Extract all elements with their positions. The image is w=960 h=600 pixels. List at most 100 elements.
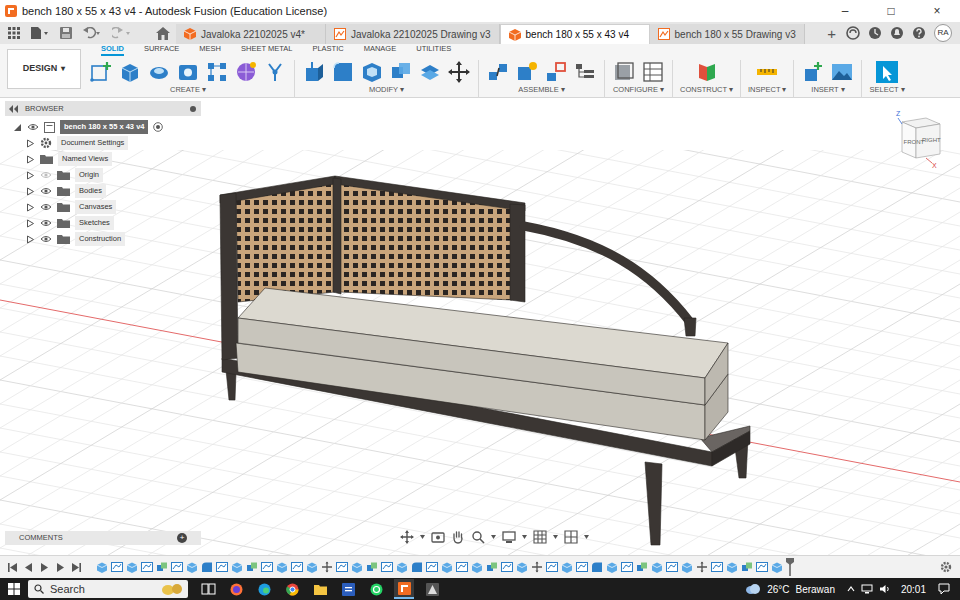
timeline-combine-icon[interactable] xyxy=(636,561,648,573)
minimize-button[interactable]: – xyxy=(822,0,868,22)
user-avatar[interactable]: RA xyxy=(934,24,952,42)
browser-item[interactable]: Document Settings xyxy=(5,135,201,151)
group-label[interactable]: CONFIGURE ▾ xyxy=(613,85,664,95)
group-label[interactable]: ASSEMBLE ▾ xyxy=(518,85,565,95)
browser-item[interactable]: Canvases xyxy=(5,199,201,215)
extrude-box-icon[interactable] xyxy=(118,60,142,84)
timeline-extrude-icon[interactable] xyxy=(186,561,198,573)
timeline-combine-icon[interactable] xyxy=(156,561,168,573)
timeline-sketch-icon[interactable] xyxy=(501,561,513,573)
shell-icon[interactable] xyxy=(360,60,384,84)
ribbon-tab[interactable]: SHEET METAL xyxy=(241,44,292,56)
timeline-sketch-icon[interactable] xyxy=(216,561,228,573)
browser-item[interactable]: Sketches xyxy=(5,215,201,231)
taskbar-app[interactable] xyxy=(282,579,302,599)
timeline-fillet-icon[interactable] xyxy=(411,561,423,573)
step-forward-icon[interactable] xyxy=(56,563,65,572)
configure-icon[interactable] xyxy=(612,60,636,84)
expand-triangle-icon[interactable] xyxy=(26,187,35,196)
viewports-caret-icon[interactable] xyxy=(584,535,589,539)
parameters-table-icon[interactable] xyxy=(641,60,665,84)
timeline-sketch-icon[interactable] xyxy=(426,561,438,573)
timeline-extrude-icon[interactable] xyxy=(441,561,453,573)
timeline-combine-icon[interactable] xyxy=(246,561,258,573)
notifications-icon[interactable] xyxy=(890,26,904,40)
browser-item[interactable]: Origin xyxy=(5,167,201,183)
taskbar-search[interactable]: Search xyxy=(28,580,188,598)
timeline-fillet-icon[interactable] xyxy=(591,561,603,573)
timeline-combine-icon[interactable] xyxy=(366,561,378,573)
timeline-combine-icon[interactable] xyxy=(486,561,498,573)
insert-image-icon[interactable] xyxy=(830,60,854,84)
grid-settings-icon[interactable] xyxy=(533,530,547,544)
timeline-sketch-icon[interactable] xyxy=(666,561,678,573)
pattern-icon[interactable] xyxy=(205,60,229,84)
ribbon-tab[interactable]: PLASTIC xyxy=(312,44,343,56)
timeline-extrude-icon[interactable] xyxy=(561,561,573,573)
timeline-extrude-icon[interactable] xyxy=(771,561,783,573)
document-tab[interactable]: bench 180 x 55 x 43 v4 xyxy=(500,24,650,44)
timeline-extrude-icon[interactable] xyxy=(681,561,693,573)
timeline-sketch-icon[interactable] xyxy=(141,561,153,573)
timeline-combine-icon[interactable] xyxy=(741,561,753,573)
close-button[interactable]: × xyxy=(914,0,960,22)
timeline-marker-icon[interactable] xyxy=(786,558,794,576)
timeline-extrude-icon[interactable] xyxy=(306,561,318,573)
expand-triangle-icon[interactable] xyxy=(26,139,35,148)
visibility-eye-icon[interactable] xyxy=(40,187,52,195)
timeline-extrude-icon[interactable] xyxy=(516,561,528,573)
visibility-eye-icon[interactable] xyxy=(40,171,52,179)
timeline-fillet-icon[interactable] xyxy=(201,561,213,573)
browser-root-row[interactable]: bench 180 x 55 x 43 v4 xyxy=(5,119,201,135)
ribbon-tab[interactable]: MANAGE xyxy=(364,44,397,56)
taskbar-app[interactable] xyxy=(366,579,386,599)
bench-model[interactable] xyxy=(220,176,750,545)
save-icon[interactable] xyxy=(60,27,72,39)
canvas-viewport[interactable]: BROWSER bench 180 x 55 x 43 v4Document S… xyxy=(0,98,960,555)
insert-icon[interactable] xyxy=(801,60,825,84)
taskbar-app[interactable] xyxy=(310,579,330,599)
document-tab[interactable]: Javaloka 22102025 v4* xyxy=(176,24,326,44)
timeline-extrude-icon[interactable] xyxy=(351,561,363,573)
construct-plane-icon[interactable] xyxy=(695,60,719,84)
taskbar-app[interactable] xyxy=(226,579,246,599)
orbit-icon[interactable] xyxy=(400,530,414,544)
timeline-move-icon[interactable] xyxy=(531,561,543,573)
measure-icon[interactable] xyxy=(755,60,779,84)
pan-icon[interactable] xyxy=(451,530,465,544)
activate-radio-icon[interactable] xyxy=(153,122,163,132)
view-cube[interactable]: FRONT RIGHT Z X xyxy=(892,108,946,172)
grid-caret-icon[interactable] xyxy=(553,535,558,539)
orbit-caret-icon[interactable] xyxy=(420,535,425,539)
group-label[interactable]: INSERT ▾ xyxy=(811,85,844,95)
job-status-icon[interactable] xyxy=(868,26,882,40)
timeline-extrude-icon[interactable] xyxy=(96,561,108,573)
timeline-extrude-icon[interactable] xyxy=(396,561,408,573)
hole-icon[interactable] xyxy=(176,60,200,84)
model-scene[interactable] xyxy=(0,98,960,555)
timeline-extrude-icon[interactable] xyxy=(231,561,243,573)
add-comment-button[interactable]: + xyxy=(177,533,187,543)
taskbar-app[interactable] xyxy=(394,579,414,599)
timeline-extrude-icon[interactable] xyxy=(726,561,738,573)
timeline-settings-gear-icon[interactable] xyxy=(940,561,952,573)
sketch-icon[interactable] xyxy=(89,60,113,84)
press-pull-icon[interactable] xyxy=(302,60,326,84)
notification-center-icon[interactable] xyxy=(938,583,950,595)
fillet-icon[interactable] xyxy=(331,60,355,84)
timeline-sketch-icon[interactable] xyxy=(621,561,633,573)
display-caret-icon[interactable] xyxy=(522,535,527,539)
timeline-sketch-icon[interactable] xyxy=(171,561,183,573)
group-label[interactable]: SELECT ▾ xyxy=(869,85,904,95)
comments-bar[interactable]: COMMENTS + xyxy=(5,531,201,545)
viewports-icon[interactable] xyxy=(564,530,578,544)
go-to-start-icon[interactable] xyxy=(8,563,17,572)
group-label[interactable]: INSPECT ▾ xyxy=(748,85,786,95)
windows-start-icon[interactable] xyxy=(8,583,20,595)
ribbon-tab[interactable]: UTILITIES xyxy=(416,44,451,56)
timeline-extrude-icon[interactable] xyxy=(606,561,618,573)
undo-icon[interactable] xyxy=(82,27,102,39)
ribbon-tab[interactable]: SOLID xyxy=(101,44,124,56)
network-icon[interactable] xyxy=(861,584,873,594)
new-component-icon[interactable] xyxy=(515,60,539,84)
